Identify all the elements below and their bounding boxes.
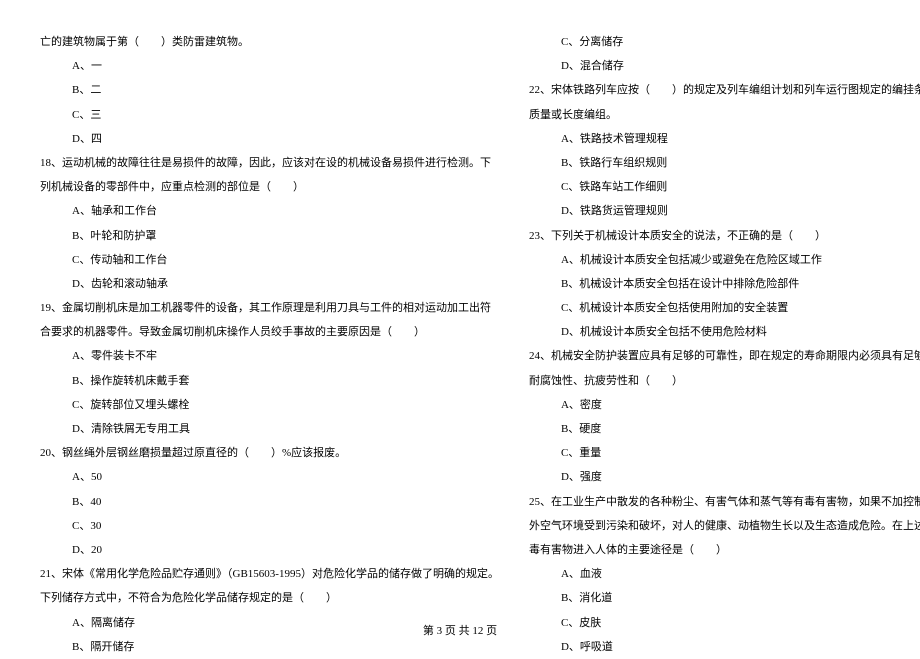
question-24: 24、机械安全防护装置应具有足够的可靠性，即在规定的寿命期限内必须具有足够的稳定… bbox=[529, 344, 920, 368]
option-d: D、20 bbox=[40, 538, 499, 562]
question-19: 19、金属切削机床是加工机器零件的设备，其工作原理是利用刀具与工件的相对运动加工… bbox=[40, 296, 499, 320]
option-d: D、机械设计本质安全包括不使用危险材料 bbox=[529, 320, 920, 344]
option-b: B、硬度 bbox=[529, 417, 920, 441]
question-24-cont: 耐腐蚀性、抗疲劳性和（ ） bbox=[529, 369, 920, 393]
document-content: 亡的建筑物属于第（ ）类防雷建筑物。 A、一 B、二 C、三 D、四 18、运动… bbox=[40, 30, 880, 610]
option-b: B、叶轮和防护罩 bbox=[40, 224, 499, 248]
option-d: D、铁路货运管理规则 bbox=[529, 199, 920, 223]
question-25: 25、在工业生产中散发的各种粉尘、有害气体和蒸气等有毒有害物，如果不加控制，会使… bbox=[529, 490, 920, 514]
question-22-cont: 质量或长度编组。 bbox=[529, 103, 920, 127]
option-b: B、40 bbox=[40, 490, 499, 514]
option-b: B、消化道 bbox=[529, 586, 920, 610]
option-a: A、机械设计本质安全包括减少或避免在危险区域工作 bbox=[529, 248, 920, 272]
option-c: C、三 bbox=[40, 103, 499, 127]
question-18-cont: 列机械设备的零部件中，应重点检测的部位是（ ） bbox=[40, 175, 499, 199]
option-c: C、旋转部位又埋头螺栓 bbox=[40, 393, 499, 417]
page-footer: 第 3 页 共 12 页 bbox=[0, 622, 920, 638]
question-22: 22、宋体铁路列车应按（ ）的规定及列车编组计划和列车运行图规定的编挂条件、车组… bbox=[529, 78, 920, 102]
question-23: 23、下列关于机械设计本质安全的说法，不正确的是（ ） bbox=[529, 224, 920, 248]
option-c: C、重量 bbox=[529, 441, 920, 465]
option-d: D、混合储存 bbox=[529, 54, 920, 78]
question-20: 20、钢丝绳外层钢丝磨损量超过原直径的（ ）%应该报废。 bbox=[40, 441, 499, 465]
question-25-cont: 外空气环境受到污染和破坏，对人的健康、动植物生长以及生态造成危险。在上述情况下，… bbox=[529, 514, 920, 538]
option-d: D、呼吸道 bbox=[529, 635, 920, 659]
option-a: A、铁路技术管理规程 bbox=[529, 127, 920, 151]
option-a: A、密度 bbox=[529, 393, 920, 417]
option-a: A、轴承和工作台 bbox=[40, 199, 499, 223]
question-21-cont: 下列储存方式中，不符合为危险化学品储存规定的是（ ） bbox=[40, 586, 499, 610]
option-c: C、30 bbox=[40, 514, 499, 538]
question-19-cont: 合要求的机器零件。导致金属切削机床操作人员绞手事故的主要原因是（ ） bbox=[40, 320, 499, 344]
option-d: D、齿轮和滚动轴承 bbox=[40, 272, 499, 296]
left-column: 亡的建筑物属于第（ ）类防雷建筑物。 A、一 B、二 C、三 D、四 18、运动… bbox=[40, 30, 499, 610]
question-21: 21、宋体《常用化学危险品贮存通则》（GB15603-1995）对危险化学品的储… bbox=[40, 562, 499, 586]
option-b: B、铁路行车组织规则 bbox=[529, 151, 920, 175]
option-b: B、二 bbox=[40, 78, 499, 102]
option-a: A、一 bbox=[40, 54, 499, 78]
question-text: 亡的建筑物属于第（ ）类防雷建筑物。 bbox=[40, 30, 499, 54]
option-d: D、强度 bbox=[529, 465, 920, 489]
option-c: C、传动轴和工作台 bbox=[40, 248, 499, 272]
option-d: D、清除铁屑无专用工具 bbox=[40, 417, 499, 441]
option-c: C、铁路车站工作细则 bbox=[529, 175, 920, 199]
option-d: D、四 bbox=[40, 127, 499, 151]
option-b: B、隔开储存 bbox=[40, 635, 499, 659]
option-a: A、血液 bbox=[529, 562, 920, 586]
question-18: 18、运动机械的故障往往是易损件的故障，因此，应该对在设的机械设备易损件进行检测… bbox=[40, 151, 499, 175]
option-a: A、零件装卡不牢 bbox=[40, 344, 499, 368]
question-25-cont2: 毒有害物进入人体的主要途径是（ ） bbox=[529, 538, 920, 562]
option-b: B、操作旋转机床戴手套 bbox=[40, 369, 499, 393]
option-c: C、分离储存 bbox=[529, 30, 920, 54]
option-c: C、机械设计本质安全包括使用附加的安全装置 bbox=[529, 296, 920, 320]
option-b: B、机械设计本质安全包括在设计中排除危险部件 bbox=[529, 272, 920, 296]
option-a: A、50 bbox=[40, 465, 499, 489]
right-column: C、分离储存 D、混合储存 22、宋体铁路列车应按（ ）的规定及列车编组计划和列… bbox=[529, 30, 920, 610]
